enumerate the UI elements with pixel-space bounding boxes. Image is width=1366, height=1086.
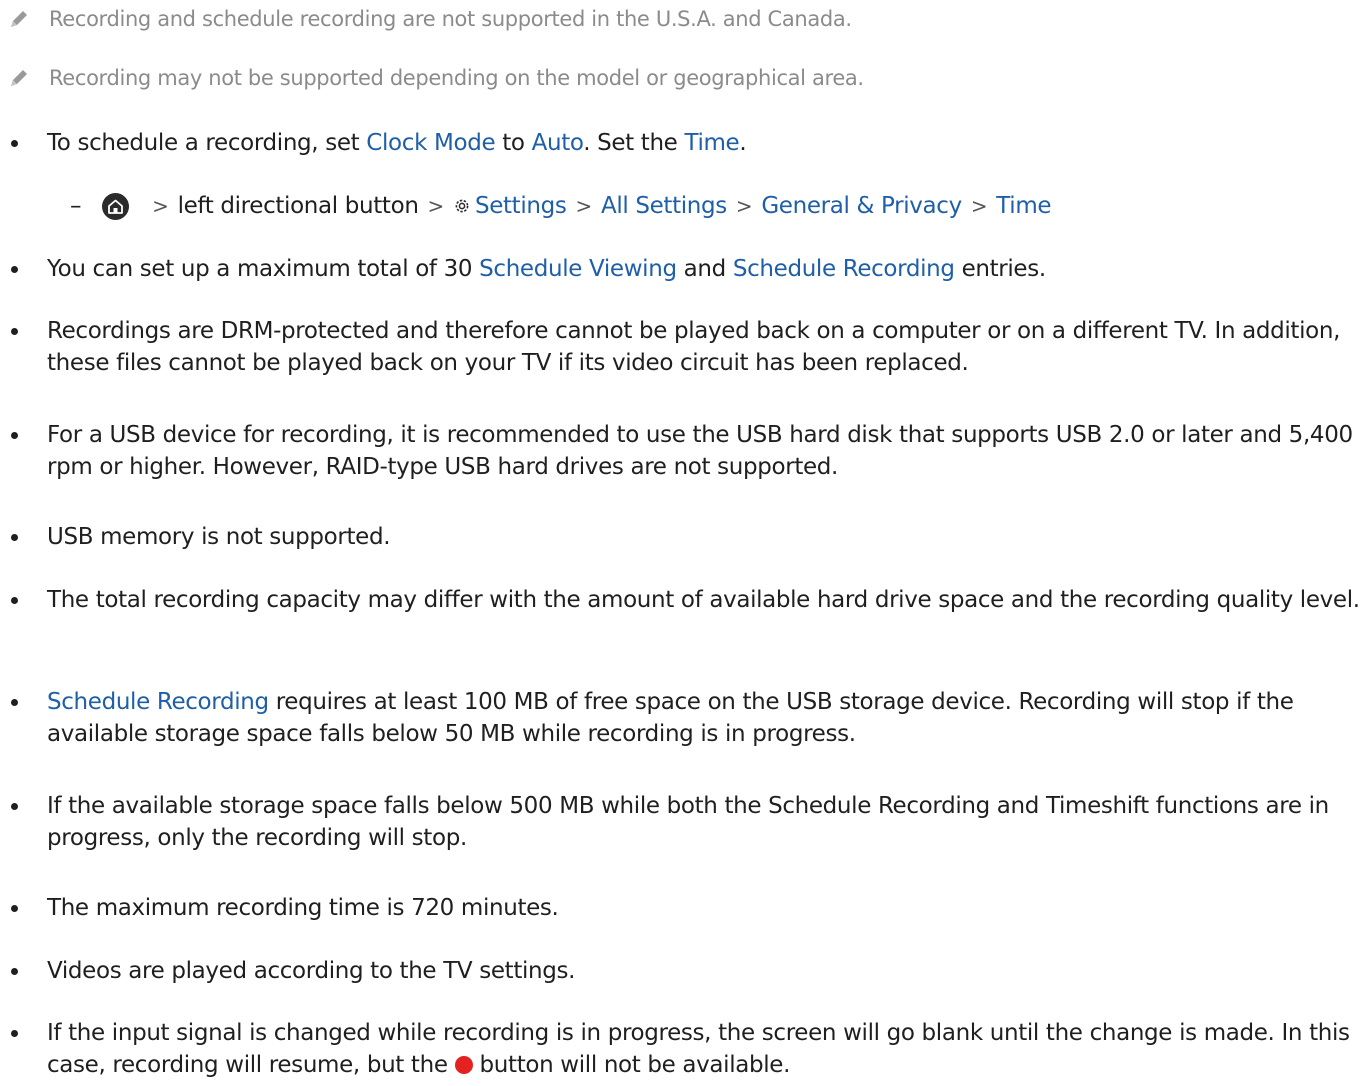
path-settings[interactable]: Settings: [475, 189, 567, 223]
list-item-usb-hdd: For a USB device for recording, it is re…: [0, 419, 1360, 483]
pencil-icon: [11, 70, 27, 86]
text: To schedule a recording, set: [47, 130, 367, 156]
list-item-max-entries: You can set up a maximum total of 30 Sch…: [0, 253, 1360, 285]
note-text: Recording and schedule recording are not…: [49, 7, 852, 31]
list-item-text: For a USB device for recording, it is re…: [47, 422, 1353, 480]
bullet-dot: [11, 534, 18, 541]
list-item-capacity: The total recording capacity may differ …: [0, 584, 1360, 616]
bullet-dot: [11, 968, 18, 975]
pencil-icon: [11, 11, 27, 27]
record-button-icon: [454, 1056, 473, 1074]
chevron-right-icon: >: [427, 194, 445, 218]
bullet-dot: [11, 140, 18, 147]
path-dash: –: [70, 193, 82, 219]
list-item-text: Videos are played according to the TV se…: [47, 958, 576, 984]
link-schedule-recording[interactable]: Schedule Recording: [733, 256, 955, 282]
menu-path: – > left directional button > Settings >…: [70, 189, 1052, 223]
text: entries.: [954, 256, 1047, 282]
bullet-dot: [11, 432, 18, 439]
text: You can set up a maximum total of 30: [47, 256, 480, 282]
text: .: [739, 130, 747, 156]
list-item-tv-settings: Videos are played according to the TV se…: [0, 955, 1360, 987]
list-item-drm: Recordings are DRM-protected and therefo…: [0, 315, 1360, 379]
text: to: [495, 130, 532, 156]
link-schedule-recording[interactable]: Schedule Recording: [47, 689, 269, 715]
chevron-right-icon: >: [735, 194, 753, 218]
list-item-free-space: Schedule Recording requires at least 100…: [0, 686, 1360, 750]
link-auto[interactable]: Auto: [532, 130, 584, 156]
bullet-dot: [11, 597, 18, 604]
bullet-dot: [11, 328, 18, 335]
text: . Set the: [583, 130, 685, 156]
bullet-dot: [11, 905, 18, 912]
bullet-dot: [11, 699, 18, 706]
link-clock-mode[interactable]: Clock Mode: [366, 130, 495, 156]
bullet-dot: [11, 1030, 18, 1037]
list-item-usb-memory: USB memory is not supported.: [0, 521, 1360, 553]
home-icon: [102, 192, 130, 220]
list-item-text: If the available storage space falls bel…: [47, 793, 1329, 851]
list-item-text: Recordings are DRM-protected and therefo…: [47, 318, 1341, 376]
link-time[interactable]: Time: [684, 130, 739, 156]
list-item-input-signal: If the input signal is changed while rec…: [0, 1017, 1360, 1081]
note-not-supported-usa-canada: Recording and schedule recording are not…: [8, 4, 852, 34]
chevron-right-icon: >: [152, 194, 169, 218]
list-item-text: The total recording capacity may differ …: [47, 587, 1360, 613]
gear-icon: [453, 197, 471, 215]
path-time[interactable]: Time: [996, 189, 1051, 223]
link-schedule-viewing[interactable]: Schedule Viewing: [479, 256, 677, 282]
list-item-timeshift: If the available storage space falls bel…: [0, 790, 1360, 854]
list-item-max-time: The maximum recording time is 720 minute…: [0, 892, 1360, 924]
path-general-privacy[interactable]: General & Privacy: [761, 189, 962, 223]
list-item-text: The maximum recording time is 720 minute…: [47, 895, 559, 921]
list-item-schedule-clock: To schedule a recording, set Clock Mode …: [0, 127, 1360, 159]
chevron-right-icon: >: [575, 194, 593, 218]
manual-page: Recording and schedule recording are not…: [0, 0, 1366, 1086]
list-item-text: USB memory is not supported.: [47, 524, 391, 550]
text: and: [676, 256, 733, 282]
path-left-directional-button: left directional button: [177, 193, 419, 219]
path-all-settings[interactable]: All Settings: [601, 189, 727, 223]
bullet-dot: [11, 803, 18, 810]
bullet-dot: [11, 266, 18, 273]
text: button will not be available.: [472, 1052, 791, 1078]
note-model-area: Recording may not be supported depending…: [8, 63, 864, 93]
note-text: Recording may not be supported depending…: [49, 66, 864, 90]
chevron-right-icon: >: [970, 194, 988, 218]
